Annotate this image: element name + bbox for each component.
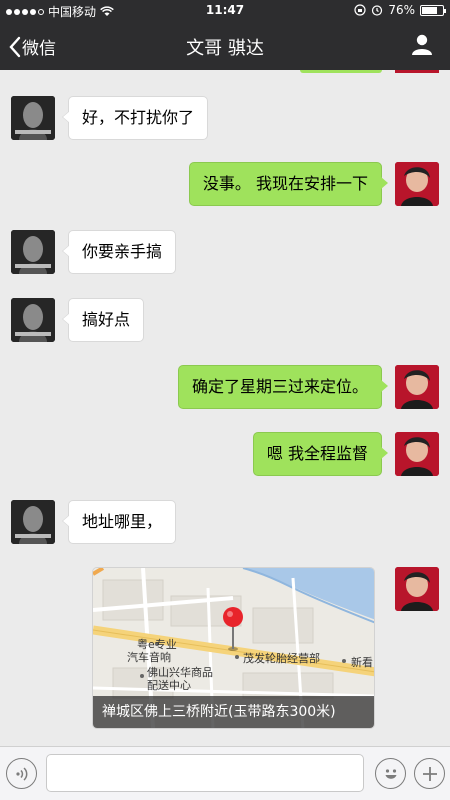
input-bar <box>0 746 450 800</box>
contact-avatar[interactable] <box>11 500 55 544</box>
message-bubble[interactable]: 你要亲手搞 <box>61 230 177 274</box>
battery-fill <box>422 6 437 14</box>
message-bubble[interactable]: 好，不打扰你了 <box>61 96 209 140</box>
message-bubble[interactable]: 没事。 我现在安排一下 <box>188 162 389 206</box>
message-bubble[interactable]: 嗯 我全程监督 <box>252 432 389 476</box>
map-label: 茂发轮胎经营部 <box>243 652 320 665</box>
my-avatar[interactable] <box>395 432 439 476</box>
map-label: 汽车音响 <box>127 651 171 664</box>
message-input[interactable] <box>46 754 364 792</box>
partial-bubble <box>300 70 382 73</box>
message-bubble[interactable]: 地址哪里， <box>61 500 177 544</box>
chat-info-button[interactable] <box>412 34 432 60</box>
alarm-icon <box>372 5 383 16</box>
map-label: 配送中心 <box>147 679 191 692</box>
location-address: 禅城区佛上三桥附近(玉带路东300米) <box>93 696 374 728</box>
contact-avatar[interactable] <box>11 96 55 140</box>
contact-avatar[interactable] <box>11 298 55 342</box>
person-icon <box>412 34 432 55</box>
battery-percent: 76% <box>388 3 415 17</box>
voice-button[interactable] <box>6 758 37 789</box>
chat-title: 文哥 骐达 <box>186 38 264 59</box>
map-label: 新看 <box>351 656 373 669</box>
map-label: 佛山兴华商品 <box>147 666 213 679</box>
contact-avatar[interactable] <box>11 230 55 274</box>
map-label: 粤e专业 <box>137 638 177 651</box>
voice-icon <box>15 766 27 781</box>
smiley-icon <box>385 768 396 779</box>
chat-area[interactable]: 好，不打扰你了 没事。 我现在安排一下 你要亲手搞 搞好点 确定了星期三过来定位… <box>0 70 450 746</box>
more-button[interactable] <box>414 758 445 789</box>
nav-bar: 微信 文哥 骐达 <box>0 22 450 70</box>
plus-icon <box>422 766 437 781</box>
message-bubble[interactable]: 确定了星期三过来定位。 <box>177 365 389 409</box>
my-avatar[interactable] <box>395 365 439 409</box>
partial-avatar <box>395 70 439 73</box>
message-bubble[interactable]: 搞好点 <box>61 298 145 342</box>
status-bar: 中国移动 11:47 76% <box>0 0 450 22</box>
rotation-lock-icon <box>354 4 366 16</box>
my-avatar[interactable] <box>395 162 439 206</box>
location-card[interactable]: 粤e专业 汽车音响 茂发轮胎经营部 佛山兴华商品 配送中心 新看 禅城区佛上三桥… <box>92 567 375 729</box>
emoji-button[interactable] <box>375 758 406 789</box>
battery-icon <box>420 4 446 16</box>
my-avatar[interactable] <box>395 567 439 611</box>
